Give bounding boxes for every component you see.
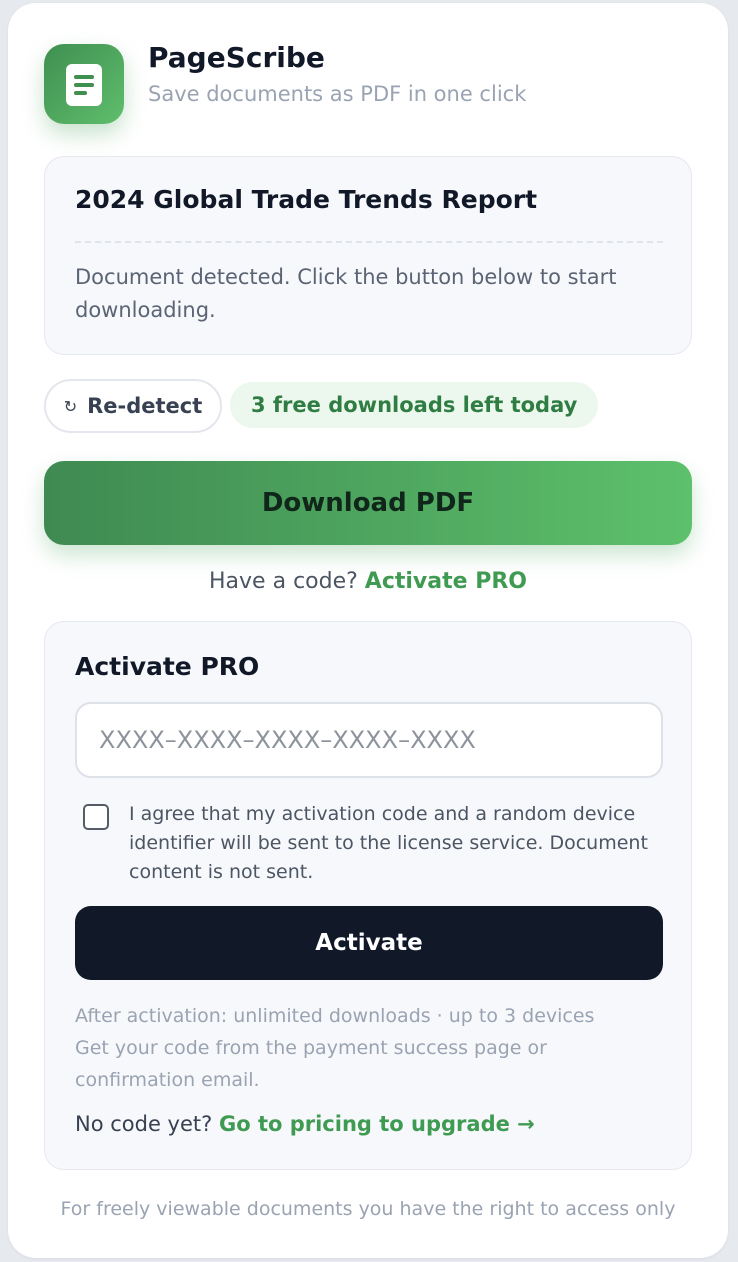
benefits-line: After activation: unlimited downloads · … <box>75 1005 595 1027</box>
consent-checkbox[interactable] <box>83 804 109 830</box>
activation-title: Activate PRO <box>75 652 260 681</box>
have-code-prompt: Have a code? Activate PRO <box>8 569 728 594</box>
app-tagline: Save documents as PDF in one click <box>148 82 527 106</box>
refresh-icon: ↻ <box>63 396 78 416</box>
have-code-text: Have a code? <box>209 569 358 594</box>
free-downloads-badge: 3 free downloads left today <box>230 382 599 428</box>
redetect-button[interactable]: ↻ Re-detect <box>44 379 222 433</box>
consent-text: I agree that my activation code and a ra… <box>129 803 648 883</box>
download-pdf-button[interactable]: Download PDF <box>44 461 692 545</box>
pricing-link[interactable]: Go to pricing to upgrade → <box>219 1112 535 1136</box>
app-logo <box>44 44 124 124</box>
activate-pro-link[interactable]: Activate PRO <box>365 569 527 594</box>
document-title: 2024 Global Trade Trends Report <box>75 185 538 214</box>
document-icon <box>66 64 102 106</box>
detected-document-card: 2024 Global Trade Trends Report Document… <box>44 156 692 355</box>
code-source-line: Get your code from the payment success p… <box>75 1037 547 1059</box>
footer-note: For freely viewable documents you have t… <box>60 1198 676 1220</box>
activation-code-input[interactable] <box>75 702 663 778</box>
app-title: PageScribe <box>148 41 325 74</box>
code-source-line-2: confirmation email. <box>75 1069 260 1091</box>
activate-button[interactable]: Activate <box>75 906 663 980</box>
no-code-text: No code yet? <box>75 1112 213 1136</box>
redetect-label: Re-detect <box>87 394 203 418</box>
no-code-prompt: No code yet? Go to pricing to upgrade → <box>75 1112 535 1136</box>
popup-panel: PageScribe Save documents as PDF in one … <box>8 3 728 1258</box>
dashed-divider <box>75 241 663 243</box>
activation-benefits: After activation: unlimited downloads · … <box>75 1000 663 1096</box>
activation-card: Activate PRO I agree that my activation … <box>44 621 692 1170</box>
detection-status: Document detected. Click the button belo… <box>75 265 617 322</box>
